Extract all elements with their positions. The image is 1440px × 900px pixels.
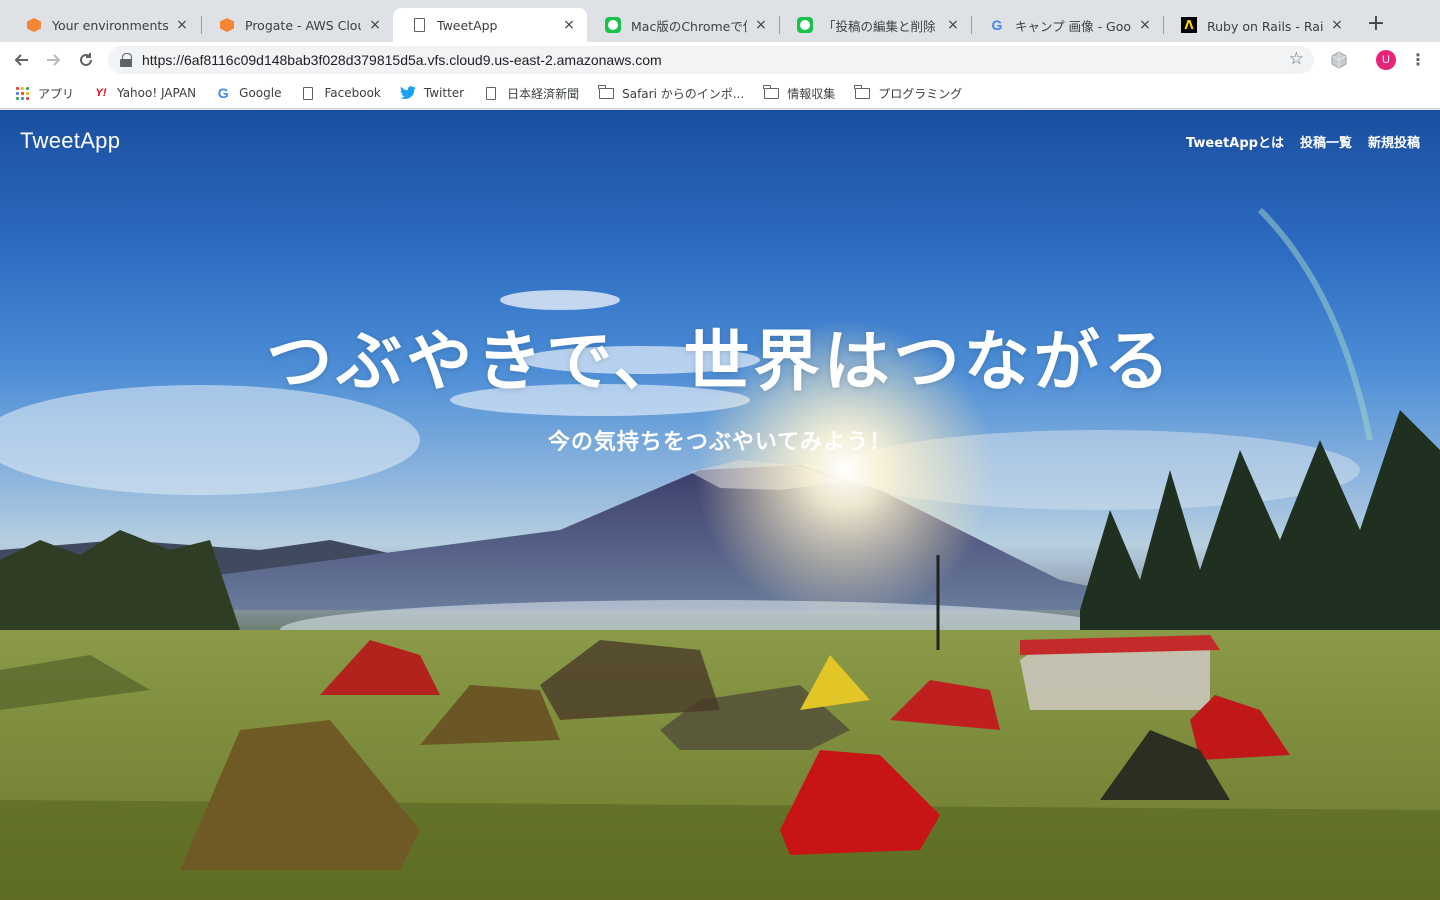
hero-subtitle: 今の気持ちをつぶやいてみよう！: [547, 430, 893, 455]
profile-avatar[interactable]: U: [1376, 50, 1396, 70]
bookmark-label: Yahoo! JAPAN: [117, 86, 197, 100]
document-icon: [300, 85, 316, 101]
tab-title: Your environments: [52, 17, 168, 33]
bookmarks-bar: アプリ Y! Yahoo! JAPAN G Google Facebook Tw…: [0, 78, 1440, 109]
site-nav: TweetAppとは 投稿一覧 新規投稿: [1170, 132, 1420, 151]
apps-grid-icon: [14, 85, 30, 101]
bookmark-label: プログラミング: [878, 86, 963, 101]
tab-title: Progate - AWS Cloud9: [245, 17, 361, 33]
google-icon: G: [991, 17, 1003, 33]
bookmark-label: 日本経済新聞: [507, 86, 580, 101]
tab-ruby-on-rails[interactable]: Λ Ruby on Rails - Railsで ×: [1163, 8, 1355, 42]
rails-icon: Λ: [1181, 17, 1197, 33]
site-logo[interactable]: TweetApp: [20, 128, 120, 154]
address-bar[interactable]: https://6af8116c09d148bab3f028d379815d5a…: [108, 46, 1314, 74]
document-icon: [483, 85, 499, 101]
nav-link-posts-index[interactable]: 投稿一覧: [1300, 132, 1352, 151]
close-icon[interactable]: ×: [1137, 17, 1153, 33]
tab-tweetapp[interactable]: TweetApp ×: [393, 8, 587, 42]
tab-post-edit-delete[interactable]: 「投稿の編集と削除 Prog ×: [779, 8, 971, 42]
tab-progate-aws-cloud9[interactable]: Progate - AWS Cloud9 ×: [201, 8, 393, 42]
new-tab-button[interactable]: +: [1364, 13, 1388, 37]
hero-title: つぶやきで、世界はつながる: [266, 323, 1174, 400]
bookmark-nikkei[interactable]: 日本経済新聞: [483, 85, 579, 102]
reload-icon: [80, 53, 92, 66]
green-chat-icon: [605, 17, 621, 33]
aws-cloud9-icon: [26, 17, 42, 33]
bookmark-facebook[interactable]: Facebook: [300, 85, 381, 101]
reload-button[interactable]: [74, 48, 98, 72]
tweetapp-page: TweetApp TweetAppとは 投稿一覧 新規投稿 つぶやきで、世界はつ…: [0, 110, 1440, 900]
folder-icon: [763, 84, 779, 101]
bookmark-label: 情報収集: [787, 86, 836, 101]
tab-your-environments[interactable]: Your environments ×: [8, 8, 200, 42]
tab-title: Mac版のChromeで使え: [631, 18, 747, 34]
lock-icon[interactable]: [120, 53, 132, 67]
close-icon[interactable]: ×: [1329, 17, 1345, 33]
nav-link-about[interactable]: TweetAppとは: [1186, 132, 1284, 151]
bookmark-twitter[interactable]: Twitter: [399, 85, 465, 101]
tab-camp-image-google[interactable]: G キャンプ 画像 - Google ×: [971, 8, 1163, 42]
bookmark-label: Safari からのインポ...: [622, 86, 745, 101]
bookmark-folder-safari-import[interactable]: Safari からのインポ...: [598, 84, 745, 102]
bookmark-apps[interactable]: アプリ: [14, 85, 74, 102]
close-icon[interactable]: ×: [561, 17, 577, 33]
tab-title: TweetApp: [437, 17, 498, 33]
bookmark-folder-programming[interactable]: プログラミング: [854, 84, 963, 102]
bookmark-label: アプリ: [38, 86, 75, 101]
close-icon[interactable]: ×: [367, 17, 383, 33]
tab-mac-chrome[interactable]: Mac版のChromeで使え ×: [587, 8, 779, 42]
aws-cloud9-icon: [219, 17, 235, 33]
close-icon[interactable]: ×: [174, 17, 190, 33]
google-icon: G: [217, 85, 229, 101]
forward-button[interactable]: [42, 48, 66, 72]
bookmark-label: Facebook: [324, 86, 381, 100]
bookmark-label: Google: [239, 86, 282, 100]
back-arrow-icon: [14, 54, 28, 66]
close-icon[interactable]: ×: [753, 17, 769, 33]
tab-title: 「投稿の編集と削除 Prog: [823, 18, 939, 34]
tab-title: キャンプ 画像 - Google: [1015, 18, 1131, 34]
browser-toolbar: https://6af8116c09d148bab3f028d379815d5a…: [0, 42, 1440, 78]
star-bookmark-icon[interactable]: ☆: [1289, 49, 1304, 69]
yahoo-icon: Y!: [95, 87, 107, 99]
bookmark-google[interactable]: G Google: [215, 85, 282, 101]
tab-title: Ruby on Rails - Railsで: [1207, 18, 1323, 34]
browser-menu-icon[interactable]: ⋮: [1410, 50, 1426, 70]
bookmark-yahoo-japan[interactable]: Y! Yahoo! JAPAN: [93, 85, 197, 101]
tab-strip: Your environments × Progate - AWS Cloud9…: [0, 0, 1440, 42]
extension-icon[interactable]: [1330, 51, 1348, 69]
url-text[interactable]: https://6af8116c09d148bab3f028d379815d5a…: [142, 52, 662, 68]
close-icon[interactable]: ×: [945, 17, 961, 33]
folder-icon: [854, 84, 870, 101]
green-chat-icon: [797, 17, 813, 33]
bookmark-folder-info[interactable]: 情報収集: [763, 84, 836, 102]
hero-background-image: [0, 207, 1440, 900]
folder-icon: [598, 84, 614, 101]
twitter-icon: [399, 85, 416, 101]
nav-link-new-post[interactable]: 新規投稿: [1368, 132, 1420, 151]
forward-arrow-icon: [47, 54, 61, 66]
document-icon: [411, 17, 427, 33]
back-button[interactable]: [9, 48, 33, 72]
bookmark-label: Twitter: [423, 86, 465, 100]
